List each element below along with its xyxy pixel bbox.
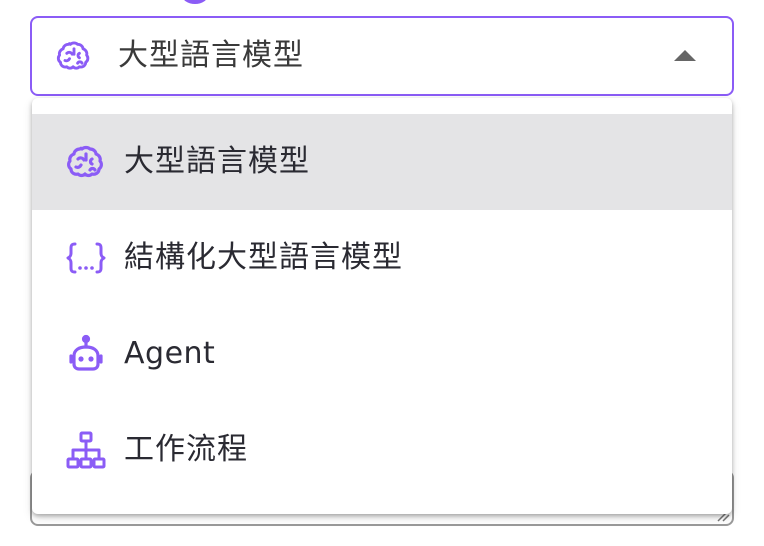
menu-item-label: 工作流程 [124, 432, 248, 467]
menu-item-label: 結構化大型語言模型 [124, 240, 403, 275]
menu-item-structured-llm[interactable]: 結構化大型語言模型 [32, 210, 732, 306]
select-current-value: 大型語言模型 [118, 38, 304, 73]
menu-item-llm[interactable]: 大型語言模型 [32, 114, 732, 210]
menu-item-label: 大型語言模型 [124, 144, 310, 179]
brain-icon [56, 41, 90, 70]
partial-element-above [182, 0, 208, 4]
menu-item-workflow[interactable]: 工作流程 [32, 402, 732, 498]
menu-item-label: Agent [124, 336, 216, 371]
model-type-dropdown-menu: 大型語言模型 結構化大型語言模型 Agent 工作流程 [32, 98, 732, 514]
menu-item-agent[interactable]: Agent [32, 306, 732, 402]
caret-up-icon[interactable] [674, 50, 696, 61]
sitemap-icon [66, 431, 106, 469]
robot-icon [69, 334, 103, 371]
curly-braces-icon [66, 242, 106, 274]
brain-icon [67, 145, 103, 178]
workspace: 大型語言模型 大型語言模型 結構化大型語言模型 Agent 工作流程 [0, 0, 764, 546]
model-type-select[interactable]: 大型語言模型 [30, 16, 734, 96]
